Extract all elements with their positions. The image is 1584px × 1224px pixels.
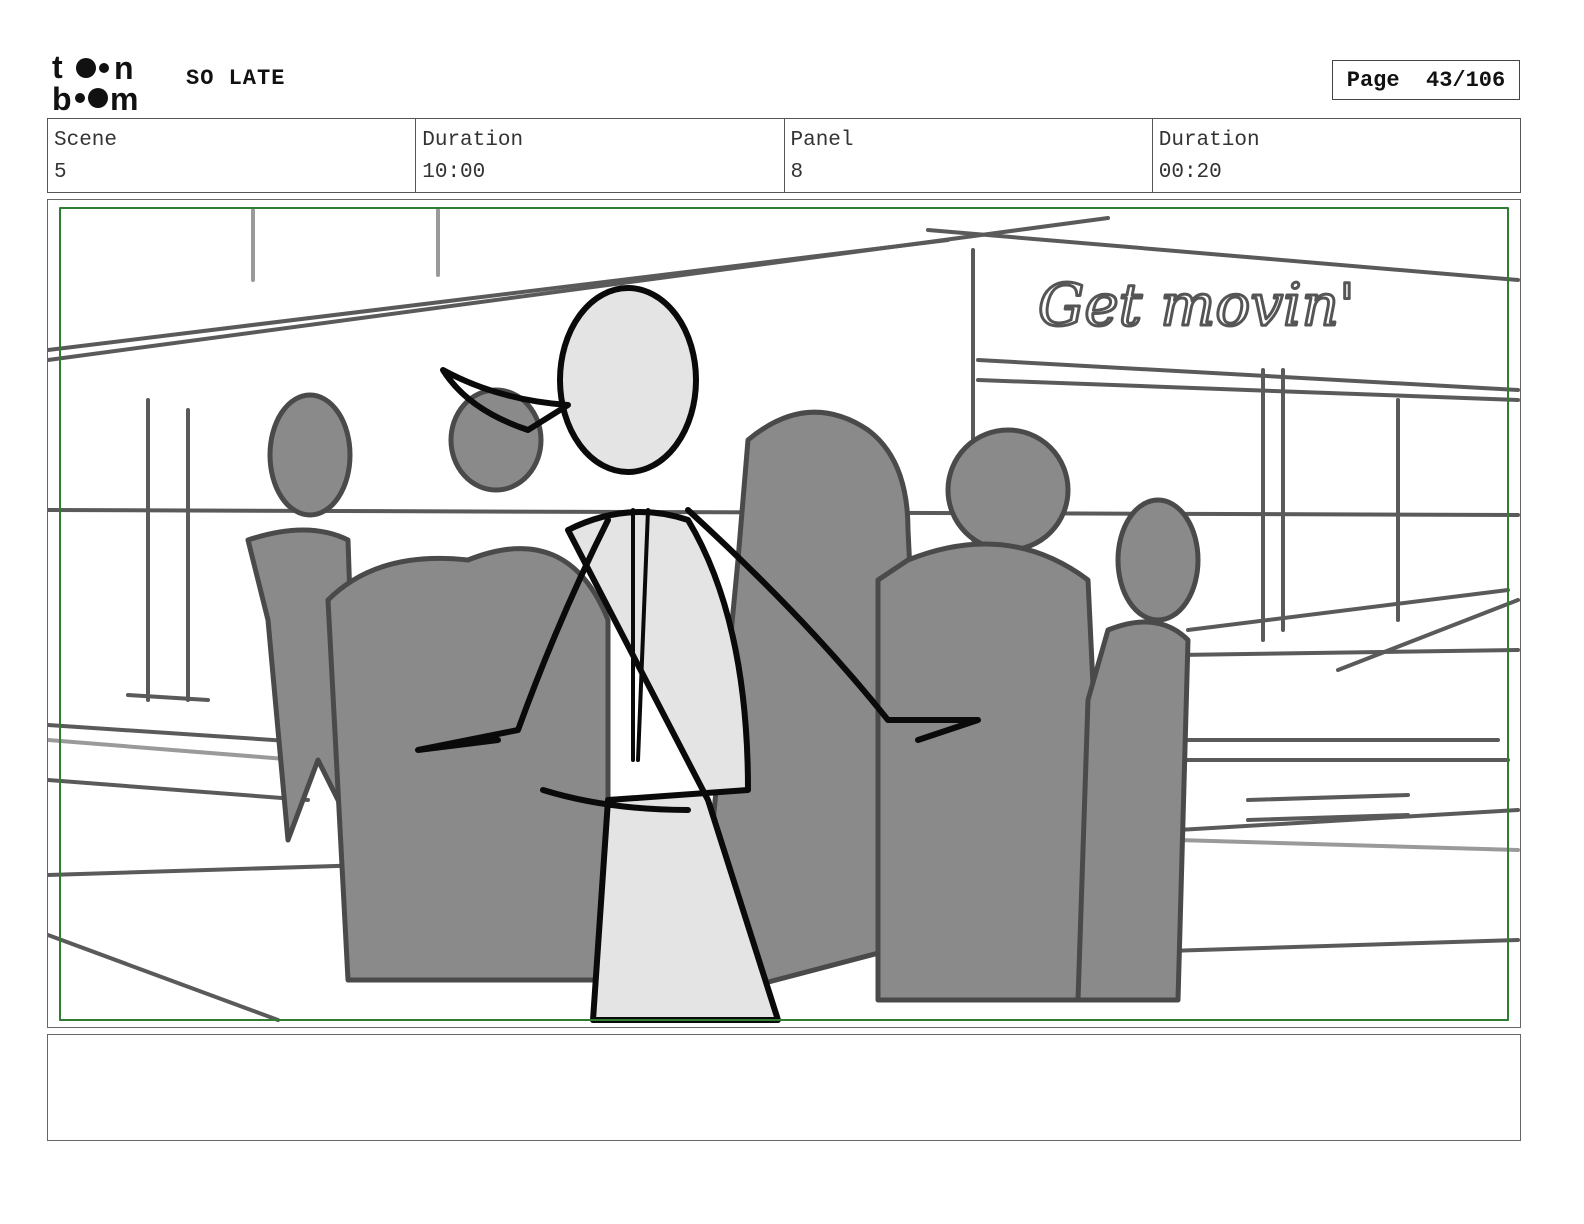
svg-text:b: b xyxy=(52,81,72,112)
scene-duration-value: 10:00 xyxy=(422,161,486,184)
panel-notes xyxy=(47,1034,1521,1141)
panel-duration-value: 00:20 xyxy=(1158,161,1222,184)
toon-boom-logo: t n b m xyxy=(52,50,138,112)
page-label: Page xyxy=(1346,67,1400,93)
page-indicator: Page 43/106 xyxy=(1332,60,1520,100)
storyboard-sketch: Get movin' xyxy=(48,207,1520,1023)
scene-duration-label: Duration xyxy=(422,129,524,152)
svg-text:m: m xyxy=(110,81,138,112)
storyboard-panel: Get movin' xyxy=(47,199,1521,1028)
panel-cell: Panel 8 xyxy=(785,119,1153,192)
scene-cell: Scene 5 xyxy=(48,119,417,192)
scene-duration-cell: Duration 10:00 xyxy=(416,119,785,192)
panel-value: 8 xyxy=(790,161,804,184)
page-number: 43/106 xyxy=(1426,67,1506,93)
scene-value: 5 xyxy=(54,161,67,184)
panel-duration-cell: Duration 00:20 xyxy=(1153,119,1520,192)
project-title: SO LATE xyxy=(186,66,286,91)
sign-text: Get movin' xyxy=(1038,271,1355,339)
scene-label: Scene xyxy=(54,129,118,152)
svg-text:t: t xyxy=(52,50,63,85)
panel-label: Panel xyxy=(790,129,854,152)
panel-info-row: Scene 5 Duration 10:00 Panel 8 Duration … xyxy=(47,118,1521,193)
panel-duration-label: Duration xyxy=(1158,129,1260,152)
